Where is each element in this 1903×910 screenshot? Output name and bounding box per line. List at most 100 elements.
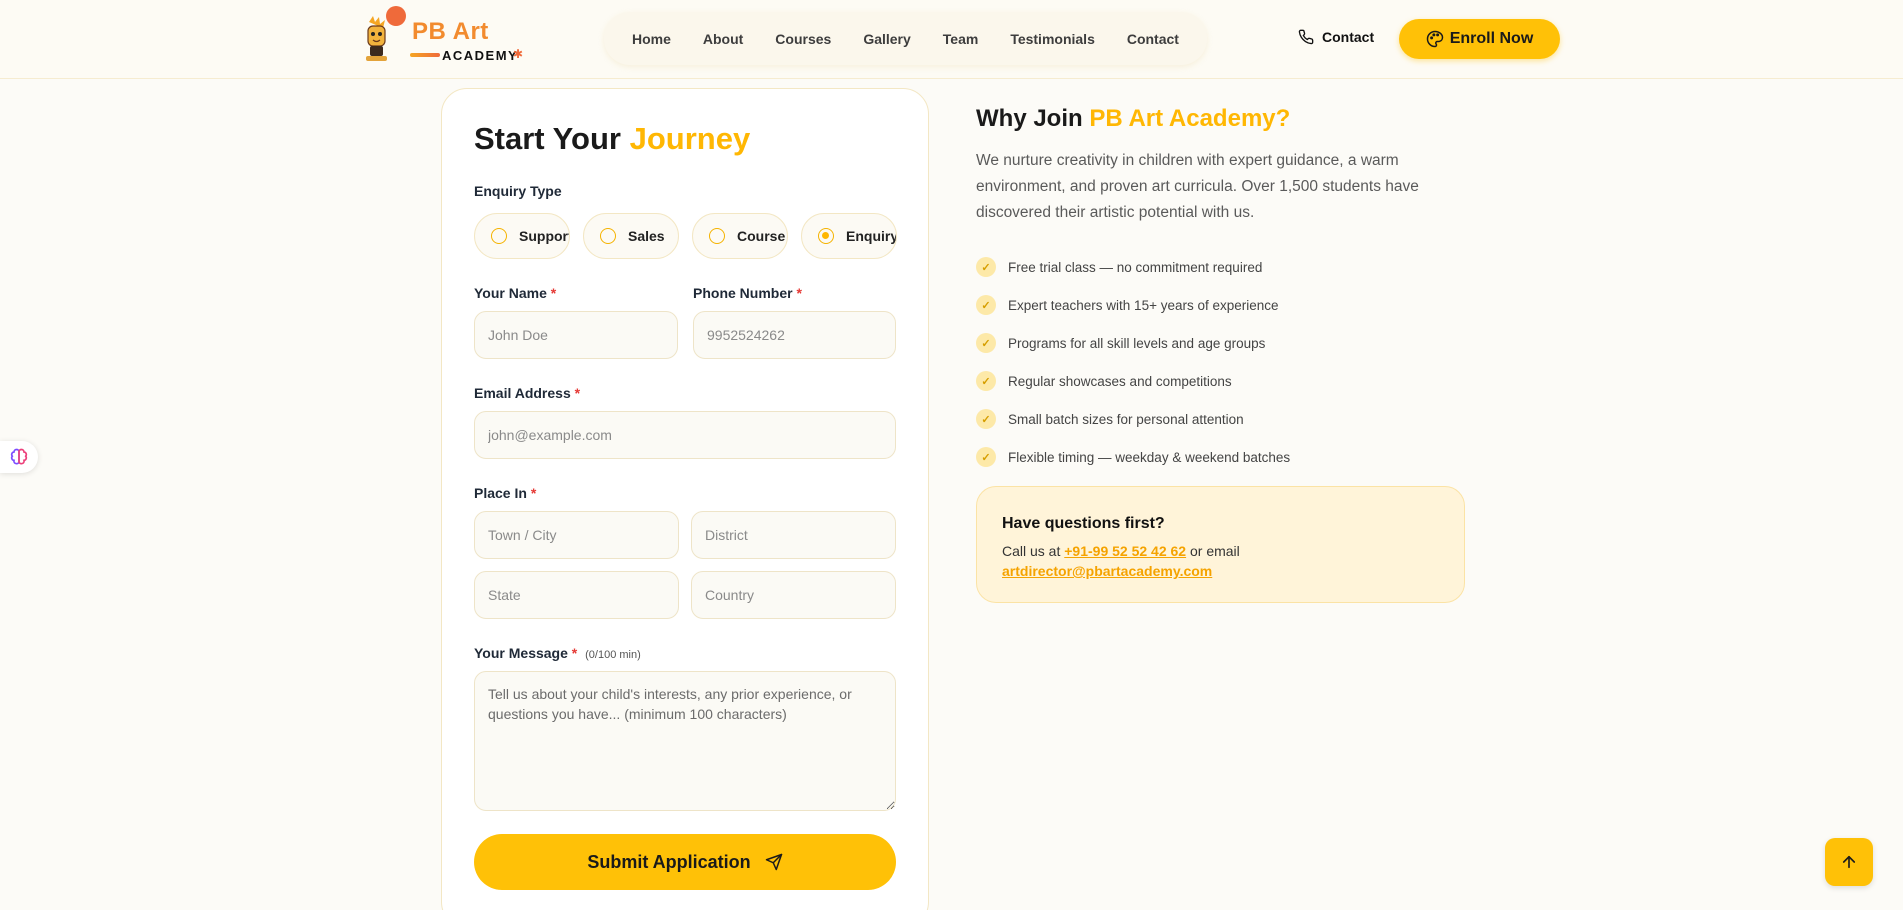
district-input[interactable] [691, 511, 896, 559]
message-label: Your Message * (0/100 min) [474, 645, 641, 661]
form-title-accent: Journey [629, 121, 751, 156]
message-char-count: (0/100 min) [585, 649, 641, 661]
enquiry-option-course[interactable]: Course [692, 213, 788, 259]
nav-team[interactable]: Team [943, 31, 979, 47]
required-asterisk: * [796, 285, 802, 301]
benefit-text: Regular showcases and competitions [1008, 373, 1232, 389]
benefit-text: Flexible timing — weekday & weekend batc… [1008, 449, 1291, 465]
check-icon: ✓ [976, 333, 996, 353]
brand-title: PB Art [412, 18, 489, 45]
artist-mascot-icon [366, 16, 387, 61]
enquiry-option-label: Sales [628, 228, 665, 244]
nav-testimonials[interactable]: Testimonials [1010, 31, 1095, 47]
benefit-item: ✓ Small batch sizes for personal attentio… [976, 400, 1290, 438]
email-prefix: or email [1189, 543, 1240, 559]
enquiry-option-support[interactable]: Support [474, 213, 570, 259]
submit-application-button[interactable]: Submit Application [474, 834, 896, 890]
main-nav: Home About Courses Gallery Team Testimon… [604, 12, 1207, 65]
radio-circle[interactable] [709, 228, 725, 244]
nav-contact[interactable]: Contact [1127, 31, 1179, 47]
email-link[interactable]: artdirector@pbartacademy.com [1002, 563, 1212, 579]
check-icon: ✓ [976, 409, 996, 429]
nav-about[interactable]: About [703, 31, 743, 47]
nav-gallery[interactable]: Gallery [863, 31, 910, 47]
sparkle-icon: ✱ [513, 47, 524, 61]
enroll-now-button[interactable]: Enroll Now [1399, 19, 1560, 59]
brand-logo[interactable]: PB Art ACADEMY ✱ [358, 6, 528, 66]
application-form-card: Start Your Journey Enquiry Type Support … [441, 88, 929, 910]
benefits-list: ✓ Free trial class — no commitment requir… [976, 248, 1290, 476]
submit-label: Submit Application [587, 851, 751, 872]
state-input[interactable] [474, 571, 679, 619]
message-textarea[interactable] [474, 671, 896, 811]
enquiry-option-enquiry[interactable]: Enquiry [801, 213, 897, 259]
form-title: Start Your Journey [474, 121, 750, 157]
brand-subtitle: ACADEMY [442, 48, 519, 63]
palette-icon [1426, 30, 1443, 48]
benefit-item: ✓ Programs for all skill levels and age g… [976, 324, 1290, 362]
benefit-text: Programs for all skill levels and age gr… [1008, 335, 1266, 351]
enroll-now-label: Enroll Now [1449, 30, 1534, 47]
questions-box: Have questions first? Call us at +91-99 … [976, 486, 1465, 603]
check-icon: ✓ [976, 257, 996, 277]
phone-label: Phone Number * [693, 285, 802, 301]
benefit-item: ✓ Free trial class — no commitment requir… [976, 248, 1290, 286]
name-label-text: Your Name [474, 285, 547, 301]
why-join-description: We nurture creativity in children with e… [976, 152, 1419, 221]
required-asterisk: * [571, 645, 578, 661]
scroll-to-top-button[interactable] [1825, 838, 1873, 886]
email-label: Email Address * [474, 385, 580, 401]
call-prefix: Call us at [1002, 543, 1061, 559]
town-city-input[interactable] [474, 511, 679, 559]
enquiry-type-group: Support Sales Course Enquiry [474, 213, 897, 259]
questions-title: Have questions first? [1002, 515, 1165, 532]
brain-icon [10, 448, 28, 465]
why-join-title: Why Join PB Art Academy? [976, 105, 1290, 133]
required-asterisk: * [530, 485, 537, 501]
benefit-item: ✓ Flexible timing — weekday & weekend bat… [976, 438, 1290, 476]
arrow-up-icon [1842, 855, 1856, 869]
phone-label-text: Phone Number [693, 285, 793, 301]
benefit-text: Free trial class — no commitment require… [1008, 259, 1263, 275]
nav-home[interactable]: Home [632, 31, 671, 47]
enquiry-option-label: Enquiry [846, 228, 897, 244]
benefit-text: Small batch sizes for personal attention [1008, 411, 1244, 427]
enquiry-type-label: Enquiry Type [474, 183, 562, 199]
why-title-main: Why Join [976, 105, 1083, 132]
email-input[interactable] [474, 411, 896, 459]
radio-circle[interactable] [600, 228, 616, 244]
benefit-item: ✓ Expert teachers with 15+ years of exper… [976, 286, 1290, 324]
nav-courses[interactable]: Courses [775, 31, 831, 47]
header-contact-label: Contact [1322, 29, 1375, 45]
place-label-text: Place In [474, 485, 527, 501]
send-icon [765, 853, 782, 871]
radio-circle-selected[interactable] [818, 228, 834, 244]
check-icon: ✓ [976, 447, 996, 467]
phone-input[interactable] [693, 311, 896, 359]
benefit-item: ✓ Regular showcases and competitions [976, 362, 1290, 400]
why-title-accent: PB Art Academy? [1089, 105, 1291, 132]
required-asterisk: * [574, 385, 581, 401]
name-input[interactable] [474, 311, 678, 359]
phone-icon [1298, 29, 1314, 45]
check-icon: ✓ [976, 295, 996, 315]
phone-link[interactable]: +91-99 52 52 42 62 [1064, 543, 1186, 559]
enquiry-option-label: Course [737, 228, 786, 244]
required-asterisk: * [550, 285, 557, 301]
enquiry-option-sales[interactable]: Sales [583, 213, 679, 259]
logo-sun-dot [386, 6, 406, 26]
country-input[interactable] [691, 571, 896, 619]
name-label: Your Name * [474, 285, 556, 301]
radio-circle[interactable] [491, 228, 507, 244]
place-label: Place In * [474, 485, 536, 501]
enquiry-option-label: Support [519, 228, 570, 244]
logo-brush-stroke [410, 53, 440, 57]
check-icon: ✓ [976, 371, 996, 391]
site-header: PB Art ACADEMY ✱ Home About Courses Gall… [0, 0, 1903, 79]
form-title-main: Start Your [474, 121, 621, 156]
email-label-text: Email Address [474, 385, 571, 401]
message-label-text: Your Message [474, 645, 568, 661]
header-contact-link[interactable]: Contact [1298, 29, 1374, 45]
benefit-text: Expert teachers with 15+ years of experi… [1008, 297, 1279, 313]
accessibility-widget[interactable] [0, 441, 38, 473]
